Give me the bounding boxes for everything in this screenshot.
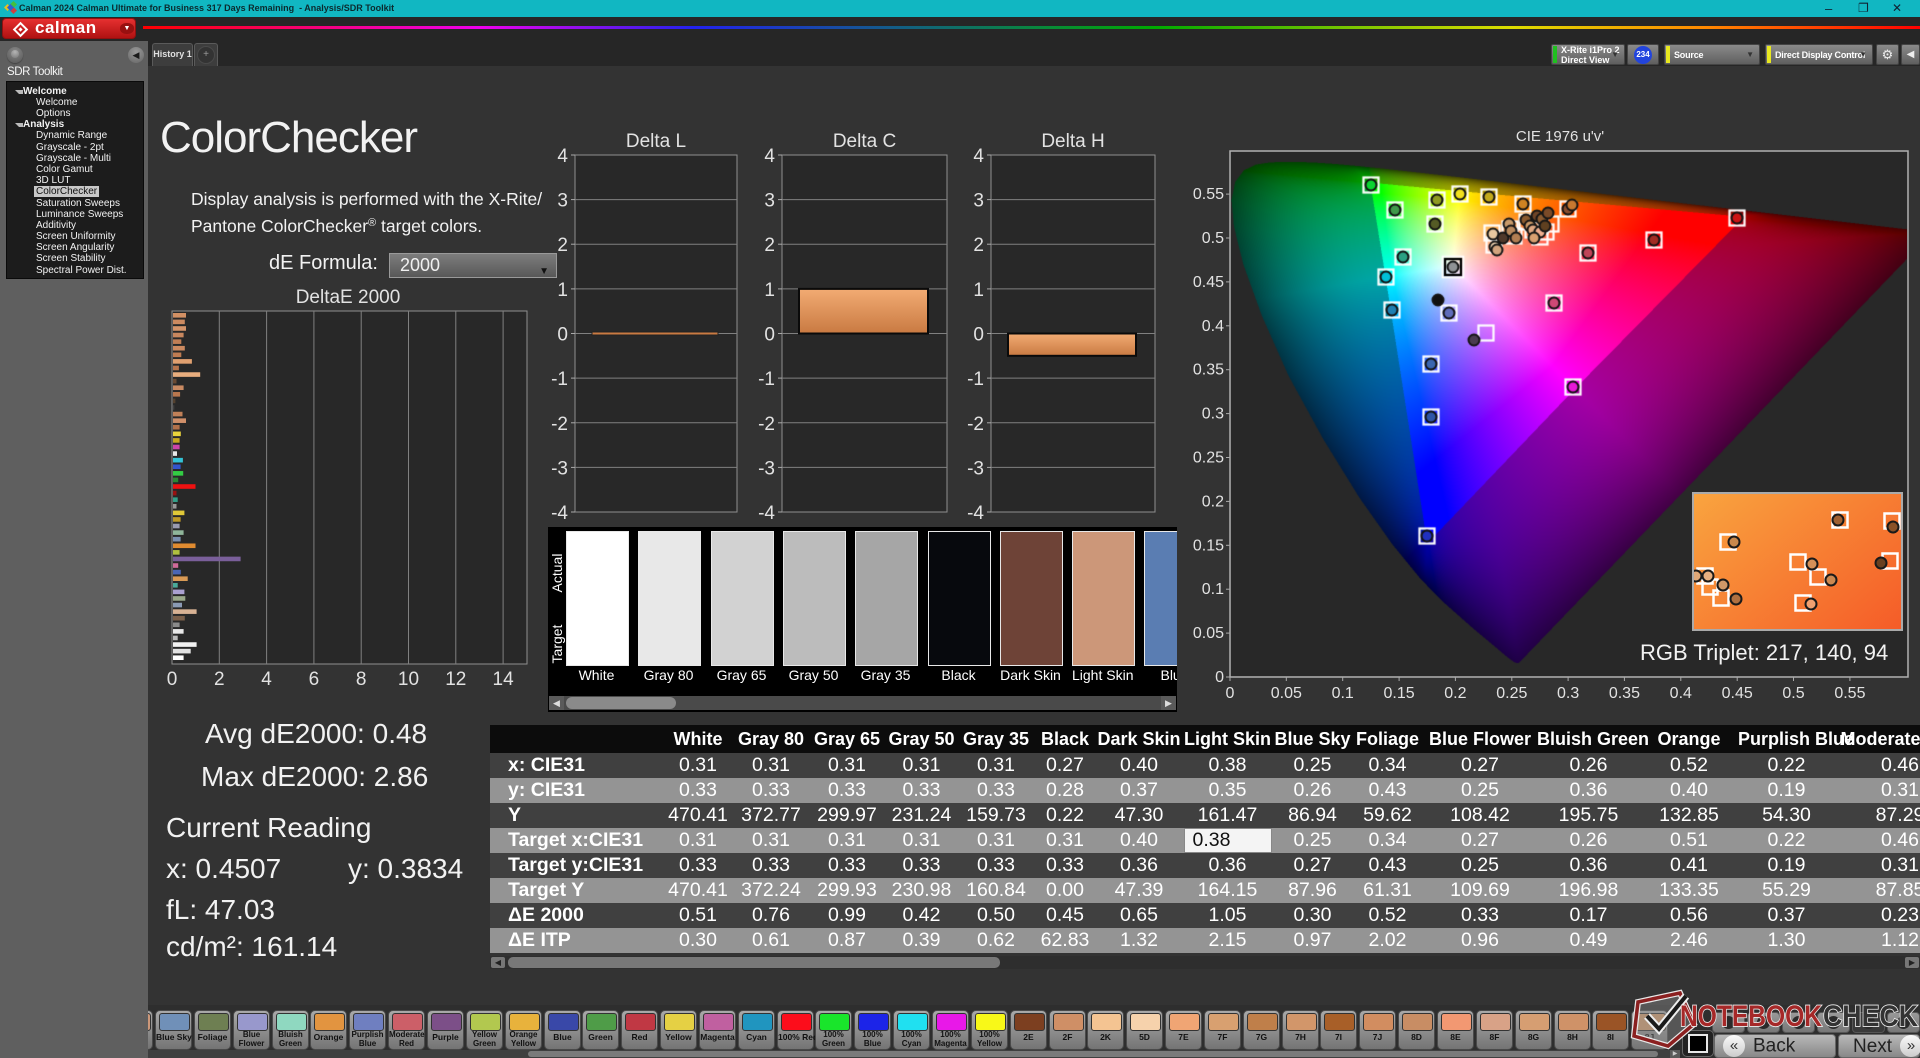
svg-text:0.15: 0.15 [1193, 537, 1224, 554]
svg-text:-4: -4 [551, 503, 568, 524]
svg-text:0: 0 [557, 325, 568, 346]
svg-text:0.1: 0.1 [1202, 581, 1224, 598]
svg-text:2: 2 [973, 235, 984, 256]
svg-text:0: 0 [1215, 669, 1224, 686]
svg-text:NOTEBOOK: NOTEBOOK [1680, 1000, 1822, 1033]
svg-text:4: 4 [557, 146, 568, 167]
svg-text:-2: -2 [551, 414, 568, 435]
svg-text:0.15: 0.15 [1384, 685, 1415, 702]
svg-text:8: 8 [356, 669, 367, 690]
svg-text:4: 4 [764, 146, 775, 167]
svg-text:0: 0 [1226, 685, 1235, 702]
svg-text:0.3: 0.3 [1202, 406, 1224, 423]
svg-text:-4: -4 [967, 503, 984, 524]
svg-text:10: 10 [398, 669, 419, 690]
svg-text:4: 4 [973, 146, 984, 167]
svg-text:6: 6 [309, 669, 320, 690]
svg-text:0.2: 0.2 [1444, 685, 1466, 702]
svg-text:0.4: 0.4 [1670, 685, 1692, 702]
svg-text:CHECK: CHECK [1823, 1000, 1918, 1033]
svg-text:0.2: 0.2 [1202, 493, 1224, 510]
svg-text:1: 1 [973, 280, 984, 301]
svg-text:1: 1 [557, 280, 568, 301]
svg-text:2: 2 [214, 669, 225, 690]
svg-text:Delta H: Delta H [1041, 131, 1104, 152]
svg-text:0.25: 0.25 [1193, 450, 1224, 467]
svg-text:Delta C: Delta C [833, 131, 896, 152]
svg-text:0.4: 0.4 [1202, 318, 1224, 335]
svg-text:0.35: 0.35 [1193, 362, 1224, 379]
svg-text:-3: -3 [551, 458, 568, 479]
svg-text:-3: -3 [967, 458, 984, 479]
svg-text:0.55: 0.55 [1834, 685, 1865, 702]
svg-text:0.45: 0.45 [1722, 685, 1753, 702]
svg-text:0.45: 0.45 [1193, 274, 1224, 291]
svg-text:14: 14 [493, 669, 515, 690]
svg-text:0.3: 0.3 [1557, 685, 1579, 702]
svg-text:0.05: 0.05 [1271, 685, 1302, 702]
svg-text:3: 3 [764, 191, 775, 212]
svg-text:3: 3 [973, 191, 984, 212]
svg-text:0.05: 0.05 [1193, 625, 1224, 642]
svg-text:2: 2 [764, 235, 775, 256]
svg-text:0: 0 [764, 325, 775, 346]
svg-text:-4: -4 [758, 503, 775, 524]
svg-text:0.5: 0.5 [1782, 685, 1804, 702]
svg-text:0.55: 0.55 [1193, 186, 1224, 203]
svg-text:-2: -2 [967, 414, 984, 435]
svg-text:3: 3 [557, 191, 568, 212]
svg-text:12: 12 [445, 669, 466, 690]
svg-text:Delta L: Delta L [626, 131, 686, 152]
svg-text:-2: -2 [758, 414, 775, 435]
svg-text:0.25: 0.25 [1496, 685, 1527, 702]
svg-text:2: 2 [557, 235, 568, 256]
svg-text:0: 0 [973, 325, 984, 346]
svg-text:0.35: 0.35 [1609, 685, 1640, 702]
svg-text:-3: -3 [758, 458, 775, 479]
svg-text:1: 1 [764, 280, 775, 301]
svg-text:CIE 1976 u'v': CIE 1976 u'v' [1516, 128, 1604, 145]
svg-text:0: 0 [167, 669, 178, 690]
svg-text:-1: -1 [551, 369, 568, 390]
svg-text:4: 4 [261, 669, 272, 690]
svg-text:DeltaE 2000: DeltaE 2000 [296, 288, 401, 308]
svg-text:-1: -1 [967, 369, 984, 390]
svg-text:0.1: 0.1 [1332, 685, 1354, 702]
svg-text:0.5: 0.5 [1202, 230, 1224, 247]
svg-text:-1: -1 [758, 369, 775, 390]
